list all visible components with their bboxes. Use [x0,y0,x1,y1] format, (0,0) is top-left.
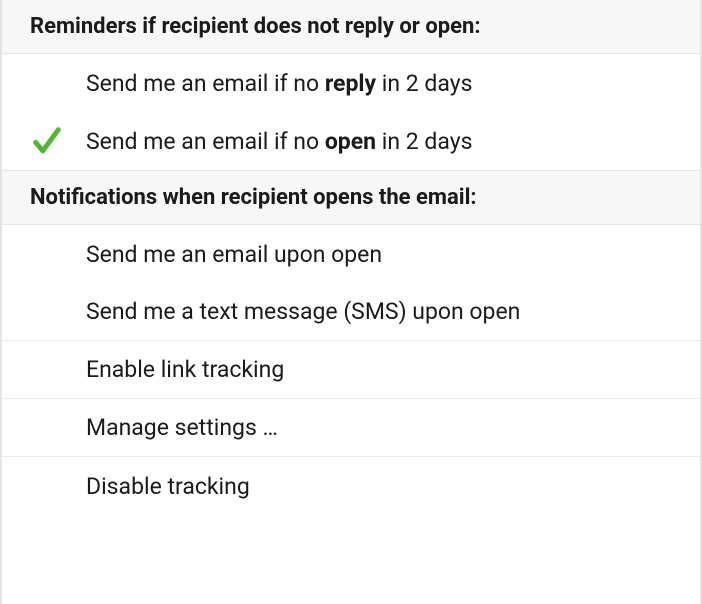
sms-on-open-row[interactable]: Send me a text message (SMS) upon open [2,283,700,341]
email-on-open-row[interactable]: Send me an email upon open [2,225,700,283]
reminder-no-reply-row[interactable]: Send me an email if no reply in 2 days [2,54,700,112]
sms-on-open-label: Send me a text message (SMS) upon open [86,298,672,325]
reminder-no-open-row[interactable]: Send me an email if no open in 2 days [2,112,700,170]
email-on-open-label: Send me an email upon open [86,241,672,268]
disable-tracking-label: Disable tracking [86,473,672,500]
section-header-notifications: Notifications when recipient opens the e… [2,170,700,225]
manage-settings-label: Manage settings … [86,414,672,441]
enable-link-tracking-label: Enable link tracking [86,356,672,383]
reminder-no-reply-label: Send me an email if no reply in 2 days [86,70,672,97]
check-icon [30,124,64,158]
reminder-no-open-label: Send me an email if no open in 2 days [86,128,672,155]
section-header-reminders: Reminders if recipient does not reply or… [2,0,700,54]
enable-link-tracking-row[interactable]: Enable link tracking [2,341,700,399]
check-slot [30,124,86,158]
disable-tracking-row[interactable]: Disable tracking [2,457,700,515]
manage-settings-row[interactable]: Manage settings … [2,399,700,457]
